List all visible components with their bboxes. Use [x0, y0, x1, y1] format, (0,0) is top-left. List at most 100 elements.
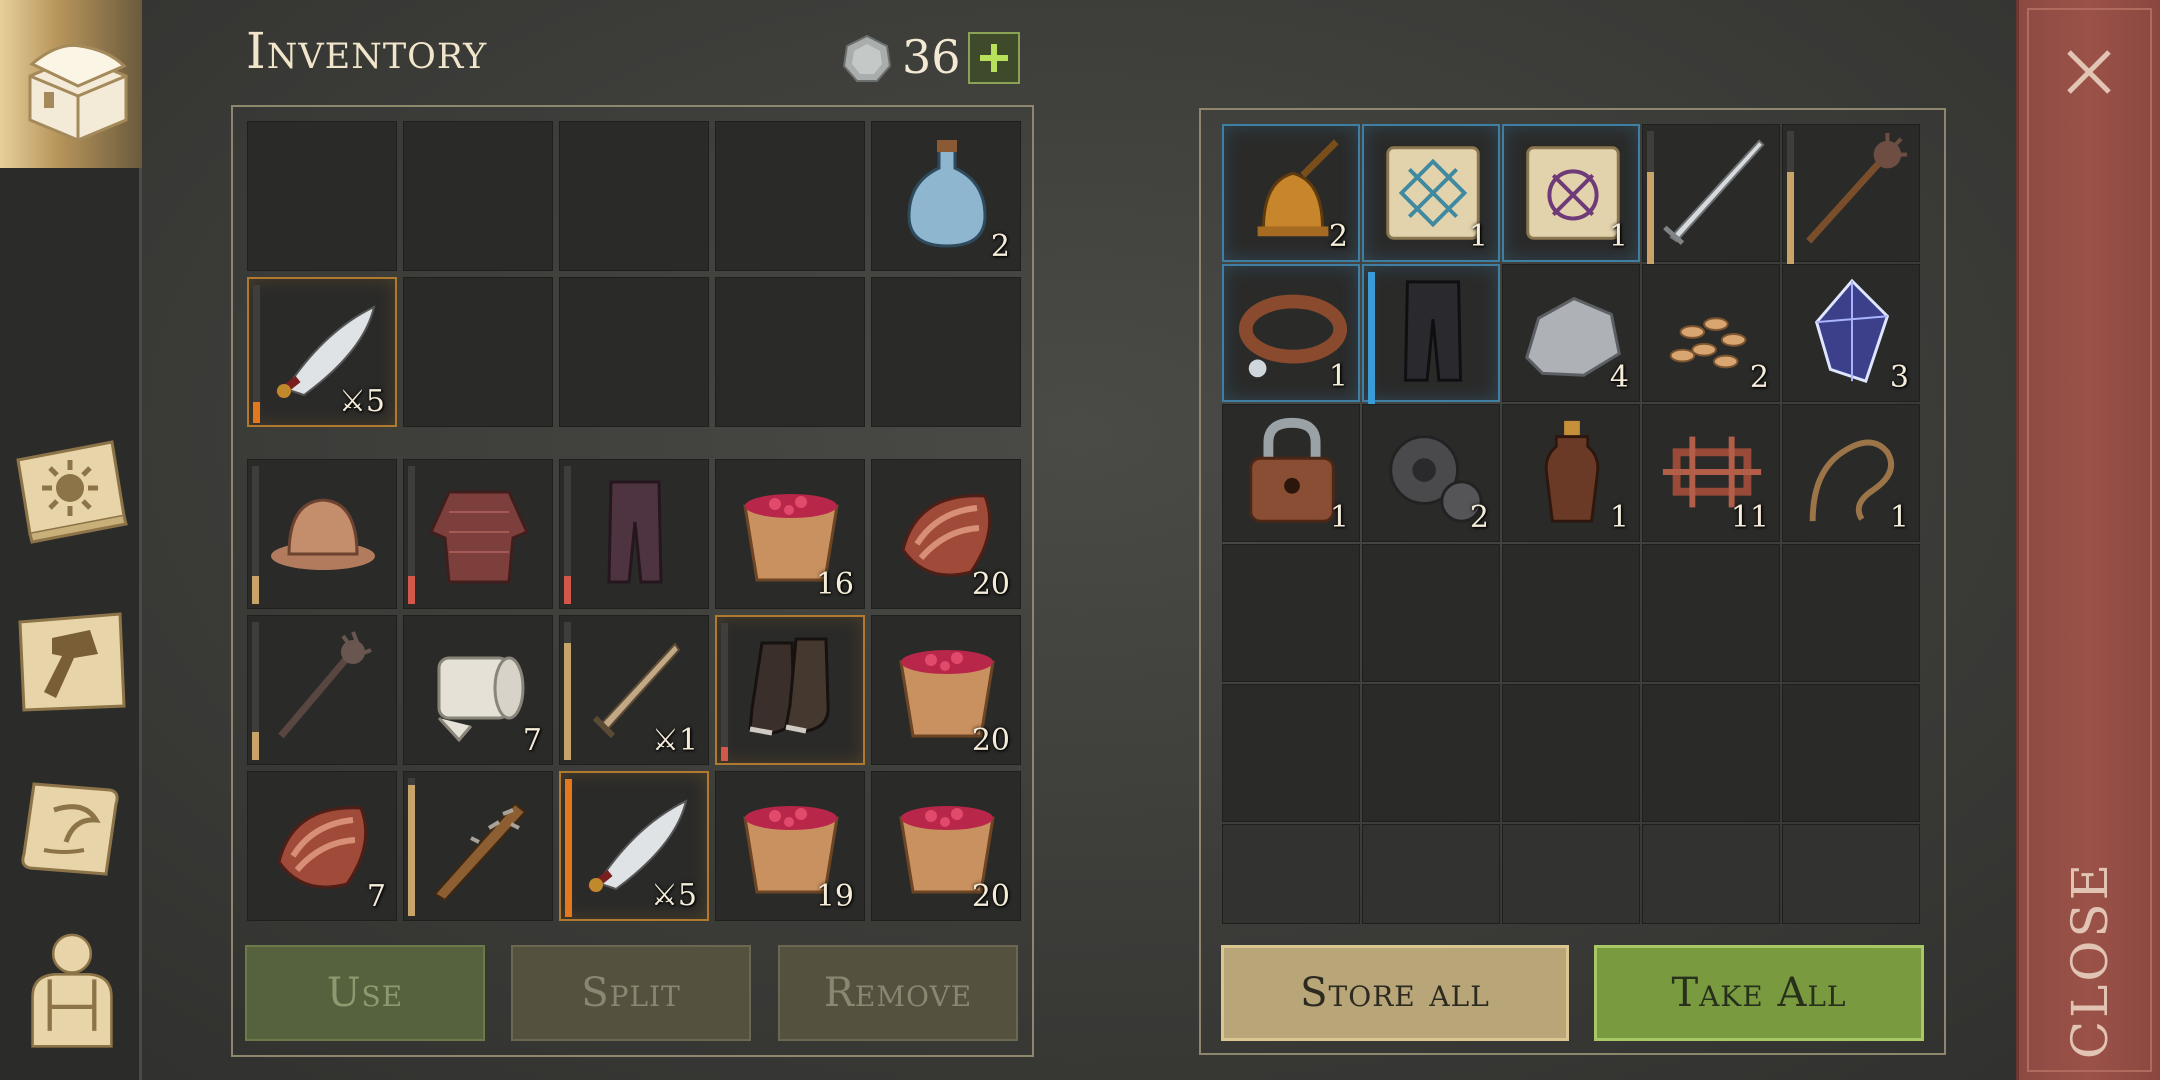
storage-slot-10[interactable]: 1 [1222, 404, 1360, 542]
storage-slot-13[interactable]: 11 [1642, 404, 1780, 542]
morning-star-icon [1806, 133, 1908, 244]
durability-bar-fill [721, 747, 728, 761]
chest-icon [28, 43, 128, 142]
journal-icon[interactable] [12, 430, 132, 550]
store-all-button[interactable]: Store all [1221, 945, 1569, 1041]
bag-slot-3[interactable]: 16 [715, 459, 865, 609]
quick-slot-1[interactable] [403, 121, 553, 271]
quick-slot-3[interactable] [715, 121, 865, 271]
stack-count: 11 [1730, 500, 1769, 535]
storage-slot-0[interactable]: 2 [1222, 124, 1360, 262]
storage-slot-25[interactable] [1222, 824, 1360, 924]
bag-slot-11[interactable] [403, 771, 553, 921]
quick-slot-4[interactable]: 2 [871, 121, 1021, 271]
stack-count: 7 [366, 879, 386, 914]
close-x-icon[interactable] [2063, 46, 2115, 98]
storage-slot-9[interactable]: 3 [1782, 264, 1920, 402]
weapon-count: ⚔1 [652, 723, 698, 758]
storage-slot-19[interactable] [1782, 544, 1920, 682]
quick-slot-0[interactable] [247, 121, 397, 271]
quick-slot-9[interactable] [871, 277, 1021, 427]
storage-slot-6[interactable] [1362, 264, 1500, 410]
durability-bar [721, 623, 728, 761]
storage-slot-2[interactable]: 1 [1502, 124, 1640, 262]
stack-count: 7 [522, 723, 542, 758]
quick-slot-8[interactable] [715, 277, 865, 427]
crafting-icon[interactable] [12, 602, 132, 722]
stack-count: 2 [1328, 219, 1348, 254]
character-icon[interactable] [12, 928, 132, 1048]
durability-bar [564, 466, 571, 604]
spiked-mace-icon [278, 631, 372, 739]
stack-count: 1 [1889, 500, 1909, 535]
leather-boots-icon [748, 637, 830, 736]
coin-count: 36 [902, 30, 961, 84]
bag-slot-5[interactable] [247, 615, 397, 765]
storage-slot-4[interactable] [1782, 124, 1920, 269]
storage-slot-23[interactable] [1642, 684, 1780, 822]
storage-slot-5[interactable]: 1 [1222, 264, 1360, 402]
split-button[interactable]: Split [511, 945, 751, 1041]
bag-slot-0[interactable] [247, 459, 397, 609]
remove-button[interactable]: Remove [778, 945, 1018, 1041]
storage-slot-3[interactable] [1642, 124, 1780, 269]
storage-slot-16[interactable] [1362, 544, 1500, 682]
storage-slot-15[interactable] [1222, 544, 1360, 682]
durability-bar [565, 779, 572, 917]
quick-slot-7[interactable] [559, 277, 709, 427]
durability-bar-fill [565, 779, 572, 917]
storage-slot-11[interactable]: 2 [1362, 404, 1500, 542]
storage-slot-18[interactable] [1642, 544, 1780, 682]
storage-slot-26[interactable] [1362, 824, 1500, 924]
add-coins-button[interactable] [968, 32, 1020, 84]
storage-slot-17[interactable] [1502, 544, 1640, 682]
storage-slot-29[interactable] [1782, 824, 1920, 924]
storage-slot-8[interactable]: 2 [1642, 264, 1780, 402]
stack-count: 3 [1889, 360, 1909, 395]
stack-count: 2 [1469, 500, 1489, 535]
quick-slot-5[interactable]: ⚔5 [247, 277, 397, 427]
bag-slot-6[interactable]: 7 [403, 615, 553, 765]
use-button[interactable]: Use [245, 945, 485, 1041]
bag-slot-14[interactable]: 20 [871, 771, 1021, 921]
quests-scroll-icon[interactable] [14, 770, 134, 890]
bag-slot-10[interactable]: 7 [247, 771, 397, 921]
quick-slot-6[interactable] [403, 277, 553, 427]
bag-slot-8[interactable] [715, 615, 865, 765]
stack-count: 20 [971, 723, 1010, 758]
storage-slot-21[interactable] [1362, 684, 1500, 822]
spiked-club-icon [433, 802, 527, 902]
bag-slot-7[interactable]: ⚔1 [559, 615, 709, 765]
bag-slot-9[interactable]: 20 [871, 615, 1021, 765]
bag-slot-4[interactable]: 20 [871, 459, 1021, 609]
close-button[interactable]: CLOSE [2040, 860, 2140, 1060]
storage-slot-1[interactable]: 1 [1362, 124, 1500, 262]
durability-bar-fill [564, 642, 571, 760]
storage-slot-28[interactable] [1642, 824, 1780, 924]
storage-slot-22[interactable] [1502, 684, 1640, 822]
storage-slot-14[interactable]: 1 [1782, 404, 1920, 542]
durability-bar-fill [252, 576, 259, 604]
bag-slot-13[interactable]: 19 [715, 771, 865, 921]
bag-slot-1[interactable] [403, 459, 553, 609]
storage-slot-27[interactable] [1502, 824, 1640, 924]
stack-count: 4 [1609, 360, 1629, 395]
stack-count: 19 [815, 879, 854, 914]
stack-count: 1 [1608, 219, 1628, 254]
durability-bar [408, 466, 415, 604]
page-title: Inventory [246, 22, 488, 80]
durability-bar [408, 778, 415, 916]
storage-slot-24[interactable] [1782, 684, 1920, 822]
bag-slot-12[interactable]: ⚔5 [559, 771, 709, 921]
durability-bar-fill [253, 402, 260, 423]
storage-slot-20[interactable] [1222, 684, 1360, 822]
sidebar-active-tab[interactable] [0, 0, 142, 168]
quick-slot-2[interactable] [559, 121, 709, 271]
storage-slot-7[interactable]: 4 [1502, 264, 1640, 402]
stack-count: 1 [1328, 359, 1348, 394]
bag-slot-2[interactable] [559, 459, 709, 609]
take-all-button[interactable]: Take All [1594, 945, 1924, 1041]
storage-slot-12[interactable]: 1 [1502, 404, 1640, 542]
durability-bar-fill [564, 576, 571, 604]
water-flask-icon [907, 140, 987, 248]
